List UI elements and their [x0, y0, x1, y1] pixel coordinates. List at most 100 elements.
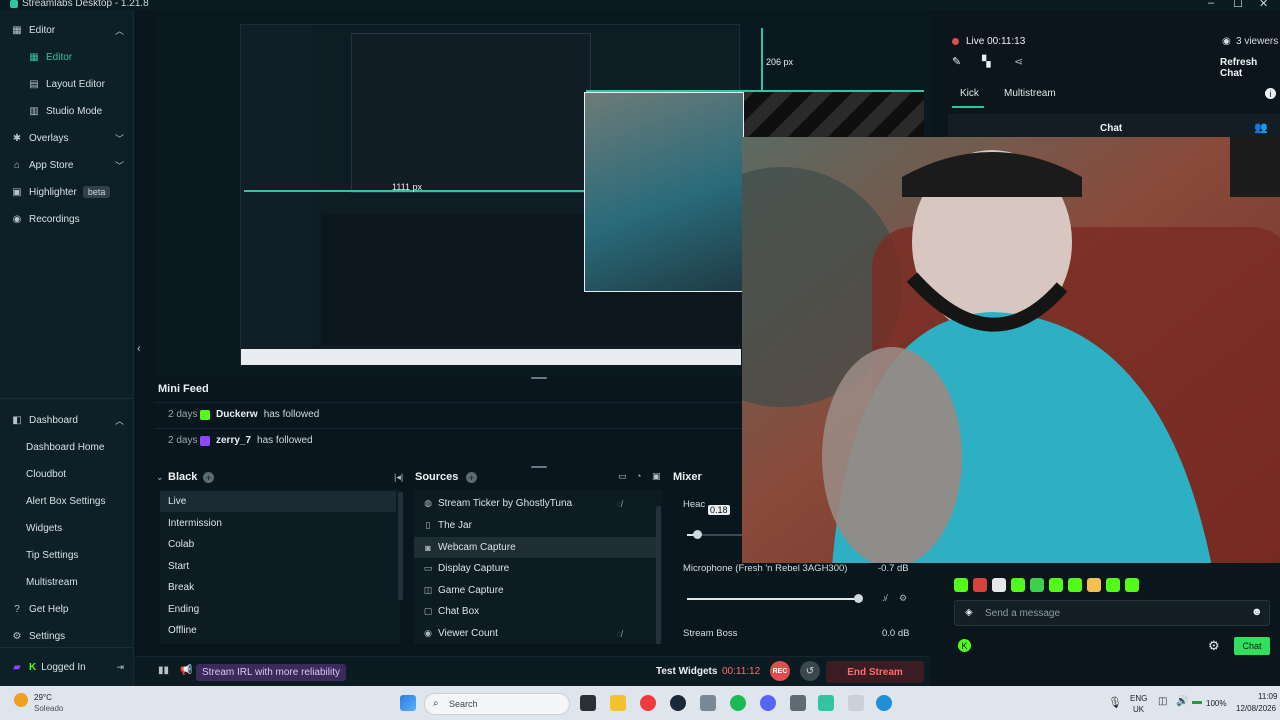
- source-item[interactable]: ◍ Stream Ticker by GhostlyTuna ◌̸: [414, 493, 658, 514]
- logout-icon[interactable]: ⇥: [116, 662, 124, 673]
- collapse-left-icon[interactable]: ‹: [137, 343, 141, 355]
- scene-item[interactable]: Intermission: [160, 513, 396, 534]
- folder-add-icon[interactable]: ▣: [652, 471, 661, 482]
- chat-settings-icon[interactable]: ⚙: [1208, 638, 1220, 654]
- collapse-icon[interactable]: ⌄: [156, 472, 164, 483]
- record-button[interactable]: REC: [770, 661, 790, 681]
- source-item[interactable]: ▭ Display Capture: [414, 558, 658, 579]
- scene-item[interactable]: Break: [160, 577, 396, 598]
- sidebar-item-tip-settings[interactable]: Tip Settings: [0, 542, 134, 568]
- sidebar-item-widgets[interactable]: Widgets: [0, 515, 134, 541]
- sidebar-item-alert-box[interactable]: Alert Box Settings: [0, 488, 134, 514]
- taskbar-search[interactable]: ⌕ Search: [424, 693, 570, 715]
- input-language[interactable]: ENG: [1130, 694, 1147, 703]
- sidebar-item-get-help[interactable]: ? Get Help: [0, 596, 134, 622]
- sidebar-item-overlays[interactable]: ✱ Overlays ﹀: [0, 125, 134, 151]
- streamlabs-app-icon[interactable]: [818, 695, 834, 711]
- source-item[interactable]: ◙ Webcam Capture: [414, 537, 658, 558]
- user-list-icon[interactable]: 👥: [1254, 121, 1268, 134]
- sidebar-item-logged-in[interactable]: ▰ K Logged In ⇥: [0, 654, 134, 680]
- mic-app-icon[interactable]: [848, 695, 864, 711]
- weather-icon[interactable]: [14, 693, 28, 707]
- tab-kick[interactable]: Kick: [960, 88, 979, 99]
- scene-collection-title[interactable]: Black: [168, 471, 197, 483]
- emote-icon[interactable]: [1068, 578, 1082, 592]
- scene-transition-icon[interactable]: |◂|: [394, 472, 403, 483]
- input-region[interactable]: UK: [1133, 705, 1144, 714]
- edge-icon[interactable]: [876, 695, 892, 711]
- spotify-icon[interactable]: [730, 695, 746, 711]
- sidebar-item-settings[interactable]: ⚙ Settings: [0, 623, 134, 649]
- stream-irl-banner[interactable]: Stream IRL with more reliability: [196, 664, 347, 681]
- feed-user[interactable]: zerry_7: [216, 435, 251, 446]
- broadcast-icon[interactable]: 📢: [180, 665, 192, 676]
- emote-icon[interactable]: [1011, 578, 1025, 592]
- end-stream-button[interactable]: End Stream: [826, 661, 924, 683]
- discord-icon[interactable]: [760, 695, 776, 711]
- headset-slider-knob[interactable]: [692, 530, 702, 539]
- emote-icon[interactable]: [954, 578, 968, 592]
- scene-item[interactable]: Start: [160, 556, 396, 577]
- emoji-icon[interactable]: ☻: [1251, 606, 1263, 618]
- battery-icon[interactable]: ▬: [1192, 696, 1202, 707]
- sidebar-item-editor[interactable]: ▦ Editor: [0, 44, 134, 70]
- close-button[interactable]: ✕: [1259, 0, 1268, 10]
- edit-icon[interactable]: ✎: [952, 55, 961, 68]
- chat-message-input[interactable]: ◈ Send a message ☻: [954, 600, 1270, 626]
- sidebar-item-studio-mode[interactable]: ▥ Studio Mode: [0, 98, 134, 124]
- refresh-chat-button[interactable]: Refresh Chat: [1220, 57, 1280, 79]
- file-explorer-icon[interactable]: [610, 695, 626, 711]
- maximize-button[interactable]: ☐: [1233, 0, 1243, 10]
- sources-scrollbar[interactable]: [656, 506, 661, 644]
- emote-icon[interactable]: [1030, 578, 1044, 592]
- sidebar-item-highlighter[interactable]: ▣ Highlighter beta: [0, 179, 134, 205]
- hidden-eye-icon[interactable]: ◌̸: [617, 499, 622, 509]
- gear-icon[interactable]: ⚙: [899, 593, 907, 604]
- snipping-tool-icon[interactable]: [790, 695, 806, 711]
- network-icon[interactable]: ◫: [1158, 696, 1167, 707]
- opera-icon[interactable]: [640, 695, 656, 711]
- sidebar-item-multistream[interactable]: Multistream: [0, 569, 134, 595]
- store-icon[interactable]: ▚: [982, 55, 990, 68]
- emote-icon[interactable]: [992, 578, 1006, 592]
- folder-icon[interactable]: ▭: [618, 471, 627, 482]
- emote-icon[interactable]: [1125, 578, 1139, 592]
- source-item[interactable]: ◉ Viewer Count ◌̸: [414, 623, 658, 644]
- clock-time[interactable]: 11:09: [1258, 692, 1277, 701]
- source-settings-icon[interactable]: ◔: [636, 471, 641, 481]
- scene-item[interactable]: Colab: [160, 534, 396, 555]
- task-view-icon[interactable]: [580, 695, 596, 711]
- emote-icon[interactable]: [1049, 578, 1063, 592]
- sidebar-item-editor-group[interactable]: ▦ Editor ︿: [0, 17, 134, 43]
- test-widgets-button[interactable]: Test Widgets: [656, 666, 717, 677]
- source-item[interactable]: ◫ Game Capture: [414, 580, 658, 601]
- source-item[interactable]: ▯ The Jar: [414, 515, 658, 536]
- microphone-tray-icon[interactable]: 🎙: [1108, 696, 1122, 709]
- add-source-icon[interactable]: +: [466, 472, 477, 483]
- chat-send-button[interactable]: Chat: [1234, 637, 1270, 655]
- volume-icon[interactable]: 🔊: [1176, 696, 1188, 707]
- source-item[interactable]: ▢ Chat Box: [414, 601, 658, 622]
- settings-app-icon[interactable]: [700, 695, 716, 711]
- mic-slider-knob[interactable]: [853, 594, 863, 603]
- sidebar-item-app-store[interactable]: ⌂ App Store ﹀: [0, 152, 134, 178]
- info-icon[interactable]: i: [1265, 88, 1276, 99]
- clock-date[interactable]: 12/08/2026: [1236, 704, 1276, 713]
- sidebar-item-recordings[interactable]: ◉ Recordings: [0, 206, 134, 232]
- scene-item[interactable]: Offline: [160, 620, 396, 641]
- sidebar-item-dashboard-home[interactable]: Dashboard Home: [0, 434, 134, 460]
- replay-buffer-icon[interactable]: ↺: [800, 661, 820, 681]
- webcam-source-bounding[interactable]: [584, 92, 744, 292]
- share-icon[interactable]: ⋖: [1014, 55, 1023, 68]
- add-scene-icon[interactable]: +: [203, 472, 214, 483]
- scene-item[interactable]: Ending: [160, 599, 396, 620]
- feed-user[interactable]: Duckerw: [216, 409, 258, 420]
- mute-icon[interactable]: ♪̸: [882, 593, 887, 603]
- performance-icon[interactable]: ▮▮: [158, 665, 169, 676]
- sidebar-item-cloudbot[interactable]: Cloudbot: [0, 461, 134, 487]
- hidden-eye-icon[interactable]: ◌̸: [617, 629, 622, 639]
- sidebar-item-layout-editor[interactable]: ▤ Layout Editor: [0, 71, 134, 97]
- emote-icon[interactable]: [1087, 578, 1101, 592]
- minimize-button[interactable]: –: [1208, 0, 1214, 9]
- sidebar-item-dashboard[interactable]: ◧ Dashboard ︿: [0, 407, 134, 433]
